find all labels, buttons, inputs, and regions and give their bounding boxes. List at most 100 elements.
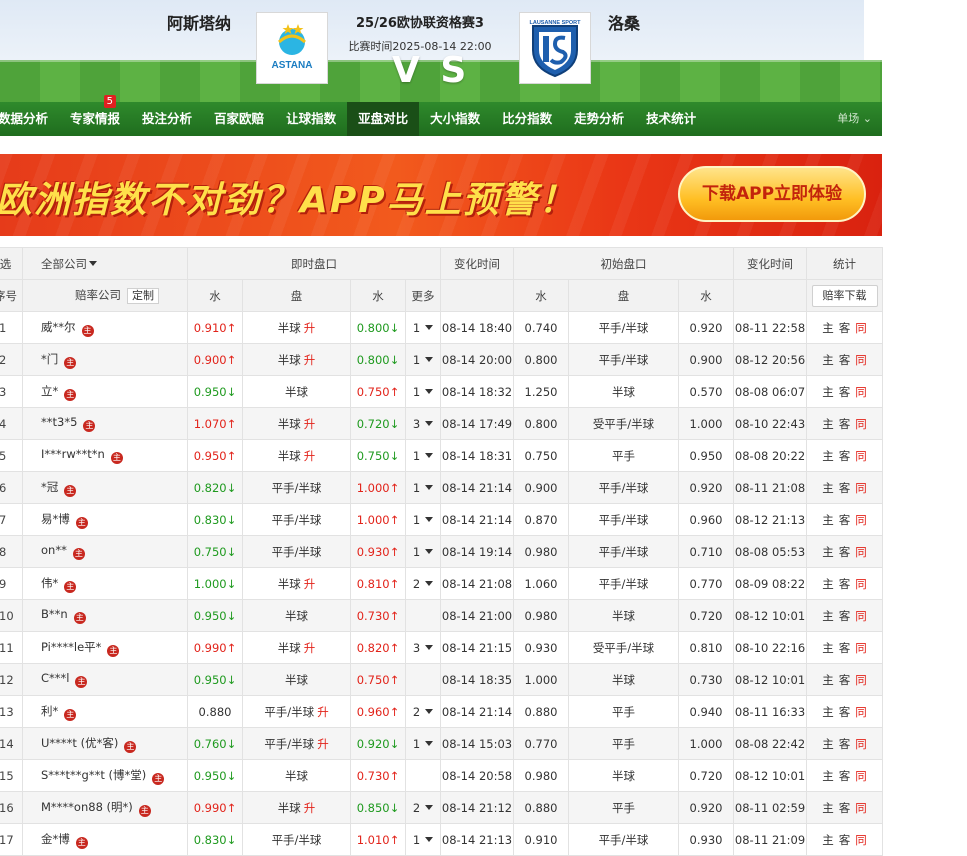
away-stat-link[interactable]: 客 <box>839 673 851 687</box>
away-stat-link[interactable]: 客 <box>839 769 851 783</box>
same-stat-link[interactable]: 同 <box>855 353 867 367</box>
home-stat-link[interactable]: 主 <box>822 737 834 751</box>
company-name[interactable]: *门 <box>41 352 58 366</box>
more-dropdown[interactable]: 3 <box>405 631 441 664</box>
home-stat-link[interactable]: 主 <box>822 705 834 719</box>
company-name[interactable]: 金*博 <box>41 832 70 846</box>
more-dropdown[interactable]: 2 <box>405 695 441 728</box>
away-stat-link[interactable]: 客 <box>839 609 851 623</box>
same-stat-link[interactable]: 同 <box>855 609 867 623</box>
company-name-cell[interactable]: B**n 主 <box>22 599 188 632</box>
company-name[interactable]: 伟* <box>41 576 58 590</box>
company-name[interactable]: **t3*5 <box>41 415 77 429</box>
same-stat-link[interactable]: 同 <box>855 481 867 495</box>
home-stat-link[interactable]: 主 <box>822 577 834 591</box>
away-stat-link[interactable]: 客 <box>839 545 851 559</box>
more-dropdown[interactable]: 3 <box>405 407 441 440</box>
same-stat-link[interactable]: 同 <box>855 449 867 463</box>
more-dropdown[interactable]: 2 <box>405 791 441 824</box>
away-team-logo[interactable]: LAUSANNE SPORT <box>519 12 591 84</box>
company-name[interactable]: 利* <box>41 704 58 718</box>
company-name-cell[interactable]: 金*博主 <box>22 823 188 856</box>
nav-item-asian-compare[interactable]: 亚盘对比 <box>347 102 420 136</box>
same-stat-link[interactable]: 同 <box>855 577 867 591</box>
away-stat-link[interactable]: 客 <box>839 353 851 367</box>
nav-item-data-analysis[interactable]: 数据分析 <box>0 102 59 136</box>
same-stat-link[interactable]: 同 <box>855 513 867 527</box>
company-name[interactable]: U****t (优*客) <box>41 736 118 750</box>
company-name-cell[interactable]: U****t (优*客) 主 <box>22 727 188 760</box>
same-stat-link[interactable]: 同 <box>855 801 867 815</box>
home-stat-link[interactable]: 主 <box>822 769 834 783</box>
away-stat-link[interactable]: 客 <box>839 417 851 431</box>
home-stat-link[interactable]: 主 <box>822 801 834 815</box>
company-name[interactable]: S***t**g**t (博*堂) <box>41 768 146 782</box>
company-name[interactable]: C***l <box>41 671 69 685</box>
company-name-cell[interactable]: *门主 <box>22 343 188 376</box>
company-name[interactable]: M****on88 (明*) <box>41 800 133 814</box>
company-name[interactable]: 立* <box>41 384 58 398</box>
away-stat-link[interactable]: 客 <box>839 513 851 527</box>
home-stat-link[interactable]: 主 <box>822 481 834 495</box>
company-name[interactable]: I***rw**t*n <box>41 447 105 461</box>
home-stat-link[interactable]: 主 <box>822 641 834 655</box>
customize-button[interactable]: 定制 <box>127 288 159 304</box>
home-stat-link[interactable]: 主 <box>822 417 834 431</box>
home-team-name[interactable]: 阿斯塔纳 <box>167 10 231 34</box>
nav-item-trend-analysis[interactable]: 走势分析 <box>563 102 635 136</box>
away-stat-link[interactable]: 客 <box>839 641 851 655</box>
more-dropdown[interactable]: 1 <box>405 343 441 376</box>
nav-item-expert-intel[interactable]: 专家情报 5 <box>59 95 131 136</box>
company-name-cell[interactable]: I***rw**t*n 主 <box>22 439 188 472</box>
nav-item-score-index[interactable]: 比分指数 <box>491 102 563 136</box>
company-name-cell[interactable]: **t3*5 主 <box>22 407 188 440</box>
company-name[interactable]: on** <box>41 543 67 557</box>
more-dropdown[interactable]: 1 <box>405 727 441 760</box>
home-stat-link[interactable]: 主 <box>822 353 834 367</box>
company-name[interactable]: *冠 <box>41 480 58 494</box>
same-stat-link[interactable]: 同 <box>855 545 867 559</box>
company-name-cell[interactable]: Pi****le平* 主 <box>22 631 188 664</box>
company-name-cell[interactable]: 易*博主 <box>22 503 188 536</box>
more-dropdown[interactable]: 1 <box>405 375 441 408</box>
same-stat-link[interactable]: 同 <box>855 385 867 399</box>
same-stat-link[interactable]: 同 <box>855 641 867 655</box>
company-name-cell[interactable]: S***t**g**t (博*堂) 主 <box>22 759 188 792</box>
company-name[interactable]: 易*博 <box>41 512 70 526</box>
more-dropdown[interactable]: 1 <box>405 503 441 536</box>
nav-item-over-under[interactable]: 大小指数 <box>419 102 491 136</box>
nav-item-european-odds[interactable]: 百家欧赔 <box>203 102 275 136</box>
more-dropdown[interactable]: 1 <box>405 823 441 856</box>
away-stat-link[interactable]: 客 <box>839 737 851 751</box>
away-stat-link[interactable]: 客 <box>839 577 851 591</box>
scene-select[interactable]: 单场 ⌄ <box>837 102 872 136</box>
home-stat-link[interactable]: 主 <box>822 545 834 559</box>
home-stat-link[interactable]: 主 <box>822 321 834 335</box>
home-stat-link[interactable]: 主 <box>822 513 834 527</box>
away-stat-link[interactable]: 客 <box>839 321 851 335</box>
company-name[interactable]: B**n <box>41 607 68 621</box>
company-name-cell[interactable]: 利* 主 <box>22 695 188 728</box>
home-stat-link[interactable]: 主 <box>822 449 834 463</box>
company-name-cell[interactable]: 伟* 主 <box>22 567 188 600</box>
away-stat-link[interactable]: 客 <box>839 449 851 463</box>
away-stat-link[interactable]: 客 <box>839 385 851 399</box>
more-dropdown[interactable]: 1 <box>405 311 441 344</box>
away-stat-link[interactable]: 客 <box>839 705 851 719</box>
same-stat-link[interactable]: 同 <box>855 705 867 719</box>
nav-item-handicap-index[interactable]: 让球指数 <box>275 102 347 136</box>
more-dropdown[interactable]: 1 <box>405 439 441 472</box>
download-app-button[interactable]: 下载APP立即体验 <box>678 166 866 222</box>
company-name-cell[interactable]: 立* 主 <box>22 375 188 408</box>
away-stat-link[interactable]: 客 <box>839 481 851 495</box>
company-name-cell[interactable]: *冠主 <box>22 471 188 504</box>
company-name-cell[interactable]: 威**尔主 <box>22 311 188 344</box>
company-name-cell[interactable]: C***l 主 <box>22 663 188 696</box>
company-name[interactable]: 威**尔 <box>41 320 76 334</box>
company-name-cell[interactable]: M****on88 (明*) 主 <box>22 791 188 824</box>
home-stat-link[interactable]: 主 <box>822 833 834 847</box>
same-stat-link[interactable]: 同 <box>855 833 867 847</box>
away-stat-link[interactable]: 客 <box>839 833 851 847</box>
same-stat-link[interactable]: 同 <box>855 737 867 751</box>
more-dropdown[interactable]: 1 <box>405 471 441 504</box>
